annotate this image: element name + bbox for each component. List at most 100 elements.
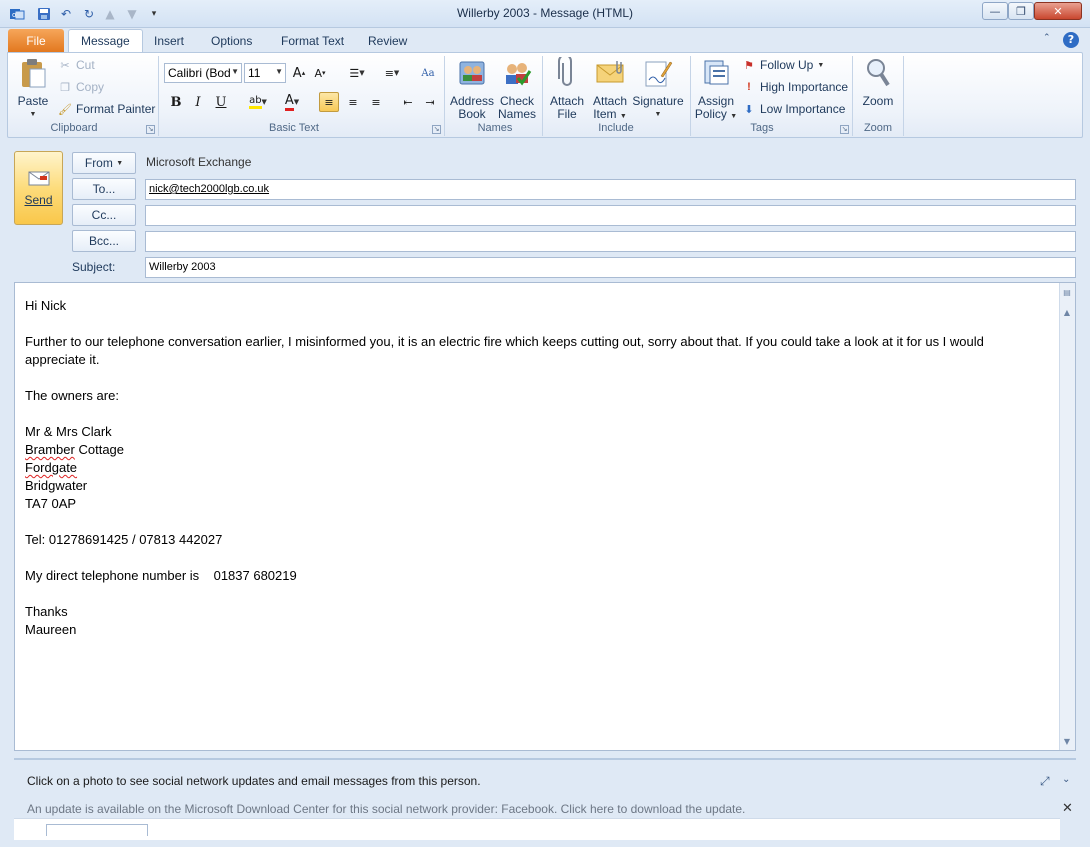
- chevron-down-icon: ▼: [231, 67, 239, 76]
- font-name-combo[interactable]: Calibri (Bod ▼: [164, 63, 242, 83]
- signature-button[interactable]: Signature ▼: [632, 57, 684, 121]
- body-thanks: Thanks: [25, 604, 68, 619]
- to-button[interactable]: To...: [72, 178, 136, 200]
- align-right-icon[interactable]: ≡: [366, 92, 386, 112]
- spelling-flag-word[interactable]: Fordgate: [25, 460, 77, 475]
- body-paragraph: Further to our telephone conversation ea…: [25, 334, 984, 367]
- cut-button[interactable]: ✂ Cut: [58, 55, 95, 75]
- to-field[interactable]: nick@tech2000lgb.co.uk: [145, 179, 1076, 200]
- group-separator: [690, 56, 691, 136]
- align-center-icon[interactable]: ≡: [343, 92, 363, 112]
- clipboard-launcher-icon[interactable]: ↘: [146, 125, 155, 134]
- window-title: Willerby 2003 - Message (HTML): [456, 6, 634, 20]
- minimize-ribbon-icon[interactable]: ⌃: [1043, 33, 1051, 43]
- high-importance-button[interactable]: ! High Importance: [742, 77, 848, 97]
- tags-launcher-icon[interactable]: ↘: [840, 125, 849, 134]
- close-icon[interactable]: ✕: [1062, 801, 1073, 816]
- bullets-icon[interactable]: ☰ ▼: [343, 63, 371, 83]
- attach-file-button[interactable]: Attach File: [548, 57, 586, 121]
- maximize-button[interactable]: ❐: [1008, 2, 1034, 20]
- paste-icon: [18, 57, 48, 89]
- to-recipient[interactable]: nick@tech2000lgb.co.uk: [149, 183, 269, 195]
- cc-field[interactable]: [145, 205, 1076, 226]
- copy-button[interactable]: ❐ Copy: [58, 77, 104, 97]
- assign-policy-button[interactable]: Assign Policy ▼: [694, 57, 738, 123]
- help-icon[interactable]: ?: [1063, 32, 1079, 48]
- body-blank: [25, 315, 1045, 333]
- underline-icon[interactable]: U: [211, 92, 231, 112]
- scroll-up-icon[interactable]: ▲: [1060, 305, 1074, 319]
- policy-icon: [701, 57, 731, 89]
- format-painter-button[interactable]: 🖌 Format Painter: [58, 99, 155, 119]
- from-button[interactable]: From ▼: [72, 152, 136, 174]
- body-owners-intro: The owners are:: [25, 388, 119, 403]
- ruler-toggle-icon[interactable]: ▤: [1060, 285, 1074, 299]
- increase-indent-icon[interactable]: ⇥: [420, 92, 440, 112]
- bold-icon[interactable]: B: [166, 92, 186, 112]
- body-scrollbar[interactable]: [1059, 283, 1075, 750]
- tab-options[interactable]: Options: [199, 29, 264, 52]
- people-pane-hint[interactable]: Click on a photo to see social network u…: [27, 774, 481, 788]
- body-signoff: Maureen: [25, 622, 77, 637]
- close-window-button[interactable]: ✕: [1034, 2, 1082, 20]
- cc-button[interactable]: Cc...: [72, 204, 136, 226]
- subject-field[interactable]: Willerby 2003: [145, 257, 1076, 278]
- check-names-button[interactable]: Check Names: [496, 57, 538, 121]
- bcc-button[interactable]: Bcc...: [72, 230, 136, 252]
- body-blank: [25, 549, 1045, 567]
- paste-button[interactable]: Paste ▼: [15, 57, 51, 121]
- envelope-icon: [595, 57, 625, 89]
- people-pane-tab[interactable]: [46, 824, 148, 836]
- tab-format-text[interactable]: Format Text: [269, 29, 356, 52]
- basic-text-launcher-icon[interactable]: ↘: [432, 125, 441, 134]
- expand-pane-icon[interactable]: ⤢: [1040, 774, 1050, 789]
- send-envelope-icon: [28, 171, 49, 186]
- body-blank: [25, 585, 1045, 603]
- flag-icon: ⚑: [744, 59, 754, 72]
- numbering-icon[interactable]: ≡ ▼: [377, 63, 407, 83]
- basic-text-group-label: Basic Text: [269, 122, 319, 134]
- low-importance-button[interactable]: ⬇ Low Importance: [742, 99, 845, 119]
- align-left-icon[interactable]: ≡: [319, 92, 339, 112]
- cut-label: Cut: [76, 58, 95, 72]
- follow-up-label: Follow Up: [760, 58, 814, 72]
- tab-review[interactable]: Review: [356, 29, 419, 52]
- clipboard-group-label: Clipboard: [50, 122, 98, 134]
- message-body-text[interactable]: Hi Nick Further to our telephone convers…: [25, 297, 1045, 639]
- font-size-combo[interactable]: 11 ▼: [244, 63, 286, 83]
- follow-up-button[interactable]: ⚑ Follow Up ▼: [742, 55, 824, 75]
- minimize-button[interactable]: —: [982, 2, 1008, 20]
- chevron-down-icon[interactable]: ⌄: [1062, 774, 1070, 785]
- scroll-down-icon[interactable]: ▼: [1060, 734, 1074, 748]
- shrink-font-icon[interactable]: A ▾: [310, 63, 330, 83]
- body-blank: [25, 369, 1045, 387]
- italic-icon[interactable]: I: [188, 92, 208, 112]
- assign-policy-label-2: Policy ▼: [694, 107, 738, 121]
- scissors-icon: ✂: [60, 59, 70, 72]
- chevron-down-icon: ▼: [116, 159, 124, 167]
- tab-file[interactable]: File: [8, 29, 64, 52]
- address-word: Cottage: [74, 442, 125, 457]
- styles-icon[interactable]: Aa: [418, 63, 438, 83]
- tab-insert[interactable]: Insert: [142, 29, 196, 52]
- highlight-icon[interactable]: ab ▼: [243, 92, 273, 112]
- tab-message[interactable]: Message: [68, 29, 143, 52]
- zoom-button[interactable]: Zoom: [858, 57, 898, 108]
- send-button[interactable]: Send: [14, 151, 63, 225]
- decrease-indent-icon[interactable]: ⇤: [398, 92, 418, 112]
- address-book-button[interactable]: Address Book: [450, 57, 494, 121]
- bcc-field[interactable]: [145, 231, 1076, 252]
- update-notice-link[interactable]: An update is available on the Microsoft …: [27, 802, 745, 816]
- paintbrush-icon: 🖌: [58, 103, 72, 116]
- tags-group-label: Tags: [750, 122, 774, 134]
- spelling-flag-word[interactable]: Bramber: [25, 442, 75, 457]
- grow-font-icon[interactable]: A ▴: [289, 63, 309, 83]
- body-address-line-1: Bramber Cottage: [25, 441, 1045, 459]
- body-address-line-3: Bridgwater: [25, 478, 88, 493]
- paste-dropdown-icon: ▼: [29, 111, 37, 118]
- font-color-icon[interactable]: A ▼: [277, 92, 307, 112]
- attach-item-button[interactable]: Attach Item ▼: [590, 57, 630, 123]
- group-separator: [903, 56, 904, 136]
- people-pane-content: [14, 818, 1060, 840]
- body-blank: [25, 405, 1045, 423]
